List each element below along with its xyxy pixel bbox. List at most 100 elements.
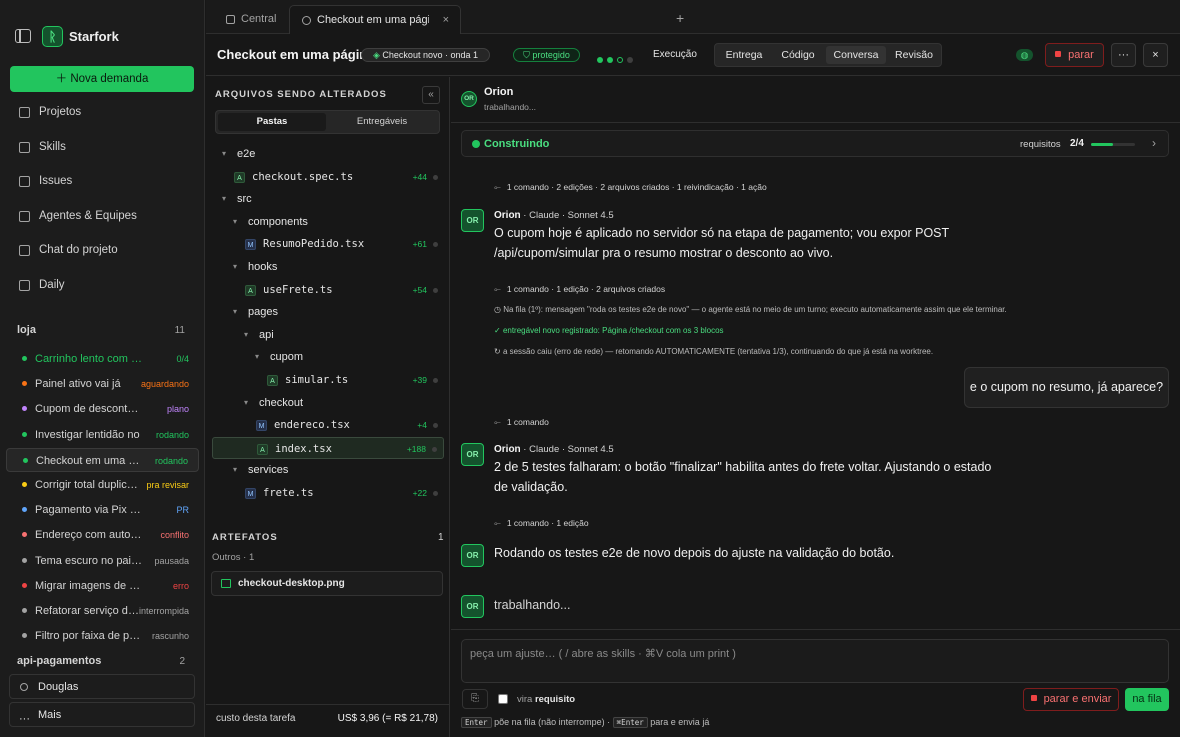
group-loja-count: 11 <box>174 325 185 336</box>
sidebar-toggle-icon[interactable] <box>15 29 31 43</box>
file-row[interactable]: Acheckout.spec.ts +44 <box>212 166 444 188</box>
task-item[interactable]: Tema escuro no painel pausada <box>6 549 199 573</box>
more-options-icon[interactable]: ··· <box>1111 43 1136 67</box>
file-row[interactable]: Aindex.tsx +188 <box>212 436 444 459</box>
execution-progress-dots <box>597 52 637 66</box>
tab-revisao[interactable]: Revisão <box>888 46 940 64</box>
folder-row[interactable]: ▾ components <box>212 211 444 233</box>
agent-message: Rodando os testes e2e de novo depois do … <box>494 546 895 560</box>
sidebar-top: ᚱ Starfork <box>0 22 205 50</box>
folder-row[interactable]: ▾ pages <box>212 301 444 323</box>
collapse-panel-icon[interactable]: « <box>422 86 440 104</box>
nav-item-issues[interactable]: Issues <box>10 168 194 194</box>
cost-value: US$ 3,96 (= R$ 21,78) <box>337 713 438 724</box>
task-item[interactable]: Checkout em uma páginarodando <box>6 447 199 472</box>
task-item[interactable]: Painel ativo vai já aguardando <box>6 372 199 396</box>
file-row[interactable]: Asimular.ts +39 <box>212 369 444 391</box>
agent-avatar: OR <box>461 595 484 618</box>
queue-button[interactable]: na fila <box>1125 688 1169 711</box>
new-task-button[interactable]: ＋ Nova demanda <box>10 66 194 92</box>
chevron-down-icon: ▾ <box>244 397 249 407</box>
folder-row[interactable]: ▾ e2e <box>212 143 444 165</box>
wave-badge[interactable]: ◈ Checkout novo · onda 1 <box>361 48 490 62</box>
activity-summary[interactable]: ⟜ 1 comando · 1 edição <box>494 518 589 529</box>
tab-pastas[interactable]: Pastas <box>218 113 326 131</box>
folder-row[interactable]: ▾ api <box>212 324 444 346</box>
task-status-badge: PR <box>176 505 189 516</box>
task-item[interactable]: Carrinho lento com muitos itens0/4 <box>6 347 199 371</box>
close-icon[interactable]: × <box>1143 43 1168 67</box>
activity-icon: ⟜ <box>494 182 501 192</box>
task-item[interactable]: Endereço com autocompleteconflito <box>6 523 199 547</box>
tab-central[interactable]: Central <box>214 5 290 34</box>
task-item[interactable]: Refatorar serviço de freteinterrompida <box>6 599 199 623</box>
task-status-badge: pausada <box>154 555 189 566</box>
chevron-down-icon: ▾ <box>222 194 227 204</box>
nav-item-daily[interactable]: Daily <box>10 272 194 298</box>
folder-row[interactable]: ▾ services <box>212 459 444 481</box>
nav-item-agentes-equipes[interactable]: Agentes & Equipes <box>10 203 194 229</box>
activity-summary[interactable]: ⟜ 1 comando · 1 edição · 2 arquivos criad… <box>494 284 665 295</box>
file-row[interactable]: AuseFrete.ts +54 <box>212 279 444 301</box>
add-tab-icon[interactable]: + <box>676 10 684 26</box>
nav-item-skills[interactable]: Skills <box>10 134 194 160</box>
git-status-badge: A <box>267 375 278 386</box>
task-item[interactable]: Cupom de desconto produtoplano <box>6 397 199 421</box>
status-dot-icon <box>22 356 27 361</box>
stop-and-send-button[interactable]: parar e enviar <box>1023 688 1119 711</box>
files-heading: ARQUIVOS SENDO ALTERADOS <box>215 89 387 100</box>
deliverable-note: ✓ entregável novo registrado: Página /ch… <box>494 326 724 335</box>
tab-entregaveis[interactable]: Entregáveis <box>328 113 436 131</box>
file-row[interactable]: M ResumoPedido.tsx +61 <box>212 233 444 255</box>
chevron-down-icon: ▾ <box>233 465 238 475</box>
status-dot-icon <box>472 140 480 148</box>
file-row[interactable]: Mfrete.ts +22 <box>212 482 444 504</box>
tab-checkout[interactable]: Checkout em uma página× <box>289 5 461 34</box>
stop-icon <box>1030 695 1037 701</box>
folder-row[interactable]: ▾ cupom <box>212 346 444 368</box>
home-icon <box>226 15 235 24</box>
tab-entrega[interactable]: Entrega <box>718 46 770 64</box>
clock-icon: ◷ <box>494 305 504 314</box>
build-status-bar[interactable]: Construindo requisitos 2/4 › <box>461 130 1169 157</box>
issues-icon <box>19 176 30 188</box>
attach-icon[interactable]: ⎘ <box>462 689 488 709</box>
git-status-badge: M <box>245 239 256 251</box>
file-row[interactable]: Mendereco.tsx +4 <box>212 414 444 436</box>
message-author: Orion · Claude · Sonnet 4.5 <box>494 210 614 221</box>
status-dot-icon <box>22 406 27 412</box>
requirement-checkbox[interactable] <box>498 694 508 704</box>
git-status-badge: M <box>256 420 267 432</box>
activity-icon: ⟜ <box>494 284 501 294</box>
chevron-down-icon: ▾ <box>233 216 238 226</box>
status-dot-icon <box>22 557 27 563</box>
check-icon: ✓ <box>494 326 503 335</box>
task-item[interactable]: Corrigir total duplicado pra revisar <box>6 473 199 497</box>
user-button[interactable]: Douglas <box>9 674 195 699</box>
folder-row[interactable]: ▾ checkout <box>212 392 444 414</box>
globe-icon[interactable]: ◍ <box>1016 49 1033 61</box>
chevron-right-icon: › <box>1152 136 1156 150</box>
message-input[interactable]: peça um ajuste… ( / abre as skills · ⌘V … <box>461 639 1169 683</box>
activity-summary[interactable]: ⟜ 1 comando <box>494 417 549 428</box>
artifact-file[interactable]: checkout-desktop.png <box>211 571 443 596</box>
task-item[interactable]: Investigar lentidão no rodando <box>6 423 199 447</box>
more-button[interactable]: ··· Mais <box>9 702 195 727</box>
nav-item-chat-do-projeto[interactable]: Chat do projeto <box>10 237 194 263</box>
task-item[interactable]: Migrar imagens de produtoerro <box>6 574 199 598</box>
task-item[interactable]: Filtro por faixa de preço rascunho <box>6 624 199 648</box>
nav-item-projetos[interactable]: Projetos <box>10 99 194 125</box>
message-author: Orion · Claude · Sonnet 4.5 <box>494 444 614 455</box>
folder-row[interactable]: ▾ hooks <box>212 256 444 278</box>
tab-conversa[interactable]: Conversa <box>826 46 886 64</box>
activity-summary[interactable]: ⟜ 1 comando · 2 edições · 2 arquivos cria… <box>494 182 767 193</box>
folder-row[interactable]: ▾ src <box>212 188 444 210</box>
close-tab-icon[interactable]: × <box>443 6 449 35</box>
tab-codigo[interactable]: Código <box>772 46 824 64</box>
agent-avatar: OR <box>461 544 484 567</box>
view-switch: Entrega Código Conversa Revisão <box>714 43 942 67</box>
task-item[interactable]: Pagamento via Pix no checkoutPR <box>6 498 199 522</box>
status-dot-icon <box>433 423 438 429</box>
stop-button[interactable]: parar <box>1045 43 1104 67</box>
git-status-badge: A <box>245 284 256 296</box>
